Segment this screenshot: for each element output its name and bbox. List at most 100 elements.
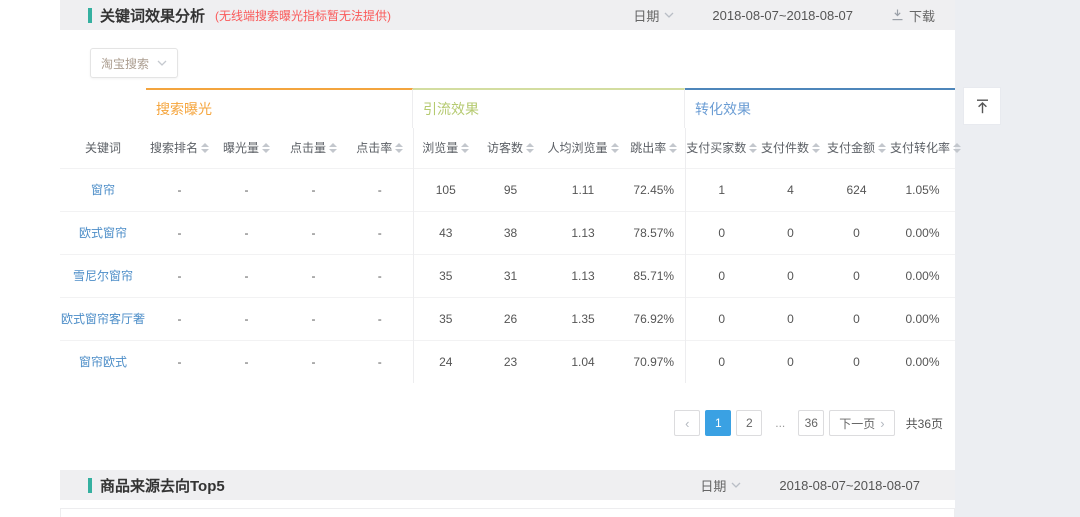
table-row: 窗帘欧式----24231.0470.97%0000.00%	[60, 340, 955, 383]
section-title: 商品来源去向Top5	[100, 475, 225, 496]
column-header[interactable]: 点击率	[347, 128, 413, 168]
table-row: 雪尼尔窗帘----35311.1385.71%0000.00%	[60, 254, 955, 297]
back-to-top-button[interactable]	[963, 87, 1001, 125]
column-header-label: 点击率	[356, 139, 392, 156]
table-cell: 0	[685, 211, 758, 254]
sort-arrows-icon[interactable]	[812, 143, 820, 153]
table-cell: 1.13	[543, 254, 623, 297]
keyword-link[interactable]: 窗帘	[91, 183, 115, 197]
next-card-top-edge	[60, 508, 955, 517]
keyword-section-header: 关键词效果分析 (无线端搜索曝光指标暂无法提供) 日期 2018-08-07~2…	[60, 0, 955, 30]
table-cell: 624	[823, 168, 890, 211]
accent-bar	[88, 8, 92, 23]
table-cell: -	[347, 168, 413, 211]
date-filter-dropdown[interactable]: 日期	[633, 6, 674, 25]
download-button[interactable]: 下载	[891, 6, 935, 25]
column-header[interactable]: 支付买家数	[685, 128, 758, 168]
table-cell: -	[213, 254, 280, 297]
keyword-link[interactable]: 欧式窗帘客厅奢	[61, 312, 145, 326]
pagination: ‹12...36下一页›共36页	[60, 410, 955, 436]
table-cell: 1	[685, 168, 758, 211]
table-cell: 0	[758, 211, 823, 254]
table-cell: -	[146, 297, 213, 340]
column-header-label: 浏览量	[422, 139, 458, 156]
sort-arrows-icon[interactable]	[329, 143, 337, 153]
table-cell: -	[146, 340, 213, 383]
channel-select[interactable]: 淘宝搜索	[90, 48, 178, 78]
table-cell: 0	[823, 340, 890, 383]
column-header[interactable]: 跳出率	[623, 128, 685, 168]
keyword-link[interactable]: 欧式窗帘	[79, 226, 127, 240]
sort-arrows-icon[interactable]	[953, 143, 961, 153]
column-header[interactable]: 支付转化率	[890, 128, 955, 168]
table-cell: 1.35	[543, 297, 623, 340]
sort-arrows-icon[interactable]	[461, 143, 469, 153]
column-header[interactable]: 访客数	[478, 128, 543, 168]
date-range-value: 2018-08-07~2018-08-07	[779, 478, 920, 493]
page-ellipsis: ...	[767, 410, 793, 436]
date-filter-label: 日期	[633, 6, 659, 25]
sort-arrows-icon[interactable]	[526, 143, 534, 153]
date-range-value: 2018-08-07~2018-08-07	[712, 8, 853, 23]
sort-arrows-icon[interactable]	[395, 143, 403, 153]
date-filter-dropdown[interactable]: 日期	[700, 476, 741, 495]
column-header[interactable]: 人均浏览量	[543, 128, 623, 168]
keyword-link[interactable]: 雪尼尔窗帘	[73, 269, 133, 283]
sort-arrows-icon[interactable]	[611, 143, 619, 153]
download-label: 下载	[909, 6, 935, 25]
table-cell: -	[146, 168, 213, 211]
column-header[interactable]: 浏览量	[413, 128, 478, 168]
column-header[interactable]: 点击量	[280, 128, 347, 168]
section-title: 关键词效果分析	[100, 5, 205, 26]
table-cell: 31	[478, 254, 543, 297]
accent-bar	[88, 478, 92, 493]
column-header-label: 曝光量	[223, 139, 259, 156]
group-label: 引流效果	[423, 101, 479, 117]
table-cell: -	[347, 340, 413, 383]
page-button[interactable]: 1	[705, 410, 731, 436]
next-page-button[interactable]: 下一页›	[829, 410, 894, 436]
column-header[interactable]: 支付件数	[758, 128, 823, 168]
date-filter-label: 日期	[700, 476, 726, 495]
page-button[interactable]: 36	[798, 410, 824, 436]
prev-page-button[interactable]: ‹	[674, 410, 700, 436]
table-cell: 24	[413, 340, 478, 383]
chevron-down-icon	[664, 12, 674, 18]
table-cell: 1.13	[543, 211, 623, 254]
table-cell: -	[146, 211, 213, 254]
table-cell: -	[213, 340, 280, 383]
table-cell: -	[280, 297, 347, 340]
sort-arrows-icon[interactable]	[262, 143, 270, 153]
sort-arrows-icon[interactable]	[201, 143, 209, 153]
column-header-label: 搜索排名	[150, 139, 198, 156]
column-header[interactable]: 搜索排名	[146, 128, 213, 168]
table-cell: -	[146, 254, 213, 297]
table-cell: 欧式窗帘客厅奢	[60, 297, 146, 340]
sort-arrows-icon[interactable]	[669, 143, 677, 153]
column-header-label: 跳出率	[630, 139, 666, 156]
table-cell: 1.11	[543, 168, 623, 211]
column-header[interactable]: 曝光量	[213, 128, 280, 168]
sort-arrows-icon[interactable]	[749, 143, 757, 153]
next-page-label: 下一页	[839, 415, 875, 432]
group-traffic-effect: 引流效果	[413, 88, 685, 128]
table-cell: 0	[685, 340, 758, 383]
table-cell: 窗帘	[60, 168, 146, 211]
table-cell: 26	[478, 297, 543, 340]
table-cell: -	[213, 297, 280, 340]
keyword-link[interactable]: 窗帘欧式	[79, 355, 127, 369]
table-row: 窗帘----105951.1172.45%146241.05%	[60, 168, 955, 211]
page-button[interactable]: 2	[736, 410, 762, 436]
sort-arrows-icon[interactable]	[878, 143, 886, 153]
table-cell: 38	[478, 211, 543, 254]
table-cell: 35	[413, 254, 478, 297]
table-cell: 0.00%	[890, 211, 955, 254]
table-cell: -	[347, 211, 413, 254]
table-cell: -	[347, 254, 413, 297]
column-header-label: 点击量	[290, 139, 326, 156]
table-row: 欧式窗帘客厅奢----35261.3576.92%0000.00%	[60, 297, 955, 340]
table-row: 欧式窗帘----43381.1378.57%0000.00%	[60, 211, 955, 254]
column-header[interactable]: 支付金额	[823, 128, 890, 168]
table-cell: 0.00%	[890, 254, 955, 297]
table-cell: 0	[823, 297, 890, 340]
